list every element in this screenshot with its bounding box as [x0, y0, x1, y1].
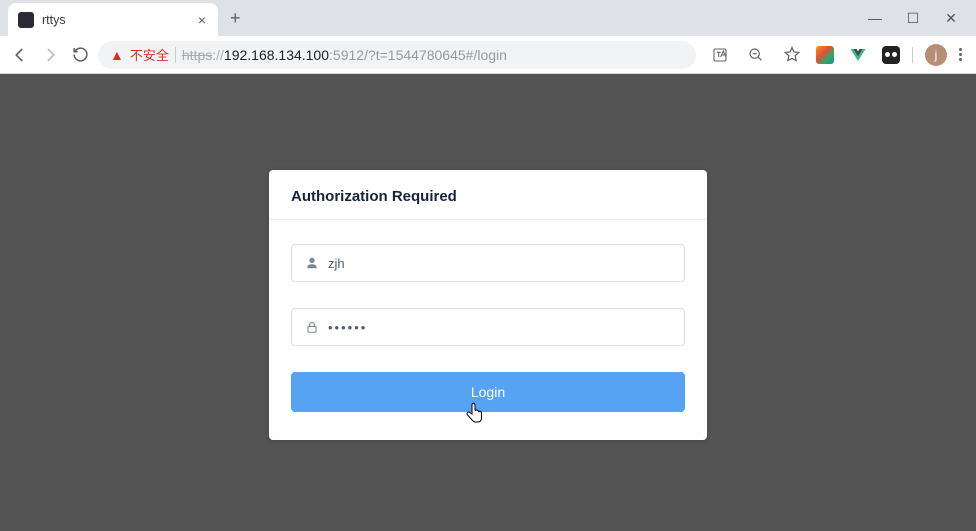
- browser-tab[interactable]: rttys ×: [8, 3, 218, 37]
- extension-vue-icon[interactable]: [846, 43, 870, 67]
- user-icon: [302, 256, 322, 270]
- toolbar-divider: [912, 47, 913, 63]
- translate-icon[interactable]: [708, 43, 732, 67]
- login-button[interactable]: Login: [291, 372, 685, 412]
- username-field-wrapper: [291, 244, 685, 282]
- password-field-wrapper: [291, 308, 685, 346]
- back-button[interactable]: [8, 43, 32, 67]
- toolbar-right: j: [702, 43, 968, 67]
- login-card: Authorization Required Login: [269, 170, 707, 440]
- card-body: Login: [269, 220, 707, 440]
- bookmark-icon[interactable]: [780, 43, 804, 67]
- new-tab-button[interactable]: +: [230, 8, 241, 29]
- tab-title: rttys: [42, 13, 196, 27]
- minimize-button[interactable]: —: [868, 10, 882, 27]
- extension-3-icon[interactable]: [882, 46, 900, 64]
- url-text: https://192.168.134.100:5912/?t=15447806…: [182, 47, 507, 63]
- insecure-label: 不安全: [130, 45, 169, 64]
- page-content: Authorization Required Login: [0, 74, 976, 531]
- tab-bar: rttys × +: [0, 0, 976, 36]
- forward-button[interactable]: [38, 43, 62, 67]
- close-tab-button[interactable]: ×: [196, 12, 208, 28]
- profile-avatar[interactable]: j: [925, 44, 947, 66]
- lock-icon: [302, 320, 322, 334]
- zoom-icon[interactable]: [744, 43, 768, 67]
- window-controls: — ☐ ✕: [850, 0, 976, 37]
- kebab-menu-icon[interactable]: [959, 48, 962, 61]
- maximize-button[interactable]: ☐: [906, 10, 920, 27]
- card-title: Authorization Required: [269, 170, 707, 220]
- divider: [175, 47, 176, 63]
- favicon-icon: [18, 12, 34, 28]
- reload-button[interactable]: [68, 43, 92, 67]
- username-input[interactable]: [322, 256, 674, 271]
- browser-toolbar: ▲ 不安全 https://192.168.134.100:5912/?t=15…: [0, 36, 976, 74]
- warning-icon: ▲: [110, 47, 124, 63]
- address-bar[interactable]: ▲ 不安全 https://192.168.134.100:5912/?t=15…: [98, 41, 696, 69]
- password-input[interactable]: [322, 320, 674, 335]
- close-window-button[interactable]: ✕: [944, 10, 958, 27]
- extension-1-icon[interactable]: [816, 46, 834, 64]
